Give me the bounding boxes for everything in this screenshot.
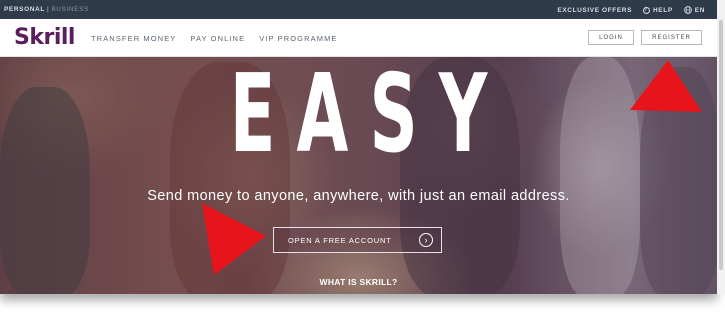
arrow-annotation bbox=[630, 60, 702, 112]
account-type-switch: PERSONAL | BUSINESS bbox=[4, 6, 89, 13]
browser-page: PERSONAL | BUSINESS EXCLUSIVE OFFERS ? HEL… bbox=[0, 0, 717, 294]
hero-banner: EASY Send money to anyone, anywhere, wit… bbox=[0, 57, 717, 294]
help-icon: ? bbox=[643, 6, 651, 14]
what-is-skrill-link[interactable]: WHAT IS SKRILL? bbox=[0, 277, 717, 287]
chevron-right-icon: › bbox=[419, 233, 433, 247]
open-account-label: OPEN A FREE ACCOUNT bbox=[288, 235, 392, 245]
globe-icon bbox=[683, 6, 692, 14]
hero-subtitle: Send money to anyone, anywhere, with jus… bbox=[147, 188, 570, 204]
exclusive-offers-link[interactable]: EXCLUSIVE OFFERS bbox=[557, 6, 632, 14]
hero-title: EASY bbox=[229, 52, 509, 177]
separator: | bbox=[46, 6, 50, 13]
nav-links: TRANSFER MONEY PAY ONLINE VIP PROGRAMME bbox=[91, 34, 338, 43]
top-utility-bar: PERSONAL | BUSINESS EXCLUSIVE OFFERS ? HEL… bbox=[0, 0, 717, 19]
utility-links: EXCLUSIVE OFFERS ? HELP EN bbox=[557, 6, 705, 14]
language-label: EN bbox=[694, 6, 705, 14]
login-button[interactable]: LOGIN bbox=[588, 30, 634, 45]
open-account-button[interactable]: OPEN A FREE ACCOUNT › bbox=[273, 227, 442, 253]
nav-pay-online[interactable]: PAY ONLINE bbox=[190, 34, 245, 43]
help-label: HELP bbox=[653, 6, 673, 14]
nav-vip-programme[interactable]: VIP PROGRAMME bbox=[259, 34, 337, 43]
personal-link[interactable]: PERSONAL bbox=[4, 6, 45, 13]
help-link[interactable]: ? HELP bbox=[643, 6, 673, 14]
scroll-thumb[interactable] bbox=[719, 20, 723, 270]
arrow-annotation bbox=[202, 203, 266, 275]
skrill-logo[interactable]: Skrill bbox=[14, 25, 75, 50]
scrollbar[interactable] bbox=[717, 0, 725, 294]
nav-transfer-money[interactable]: TRANSFER MONEY bbox=[91, 34, 176, 43]
register-button[interactable]: REGISTER bbox=[641, 30, 702, 45]
language-selector[interactable]: EN bbox=[683, 6, 705, 14]
business-link[interactable]: BUSINESS bbox=[51, 6, 89, 13]
